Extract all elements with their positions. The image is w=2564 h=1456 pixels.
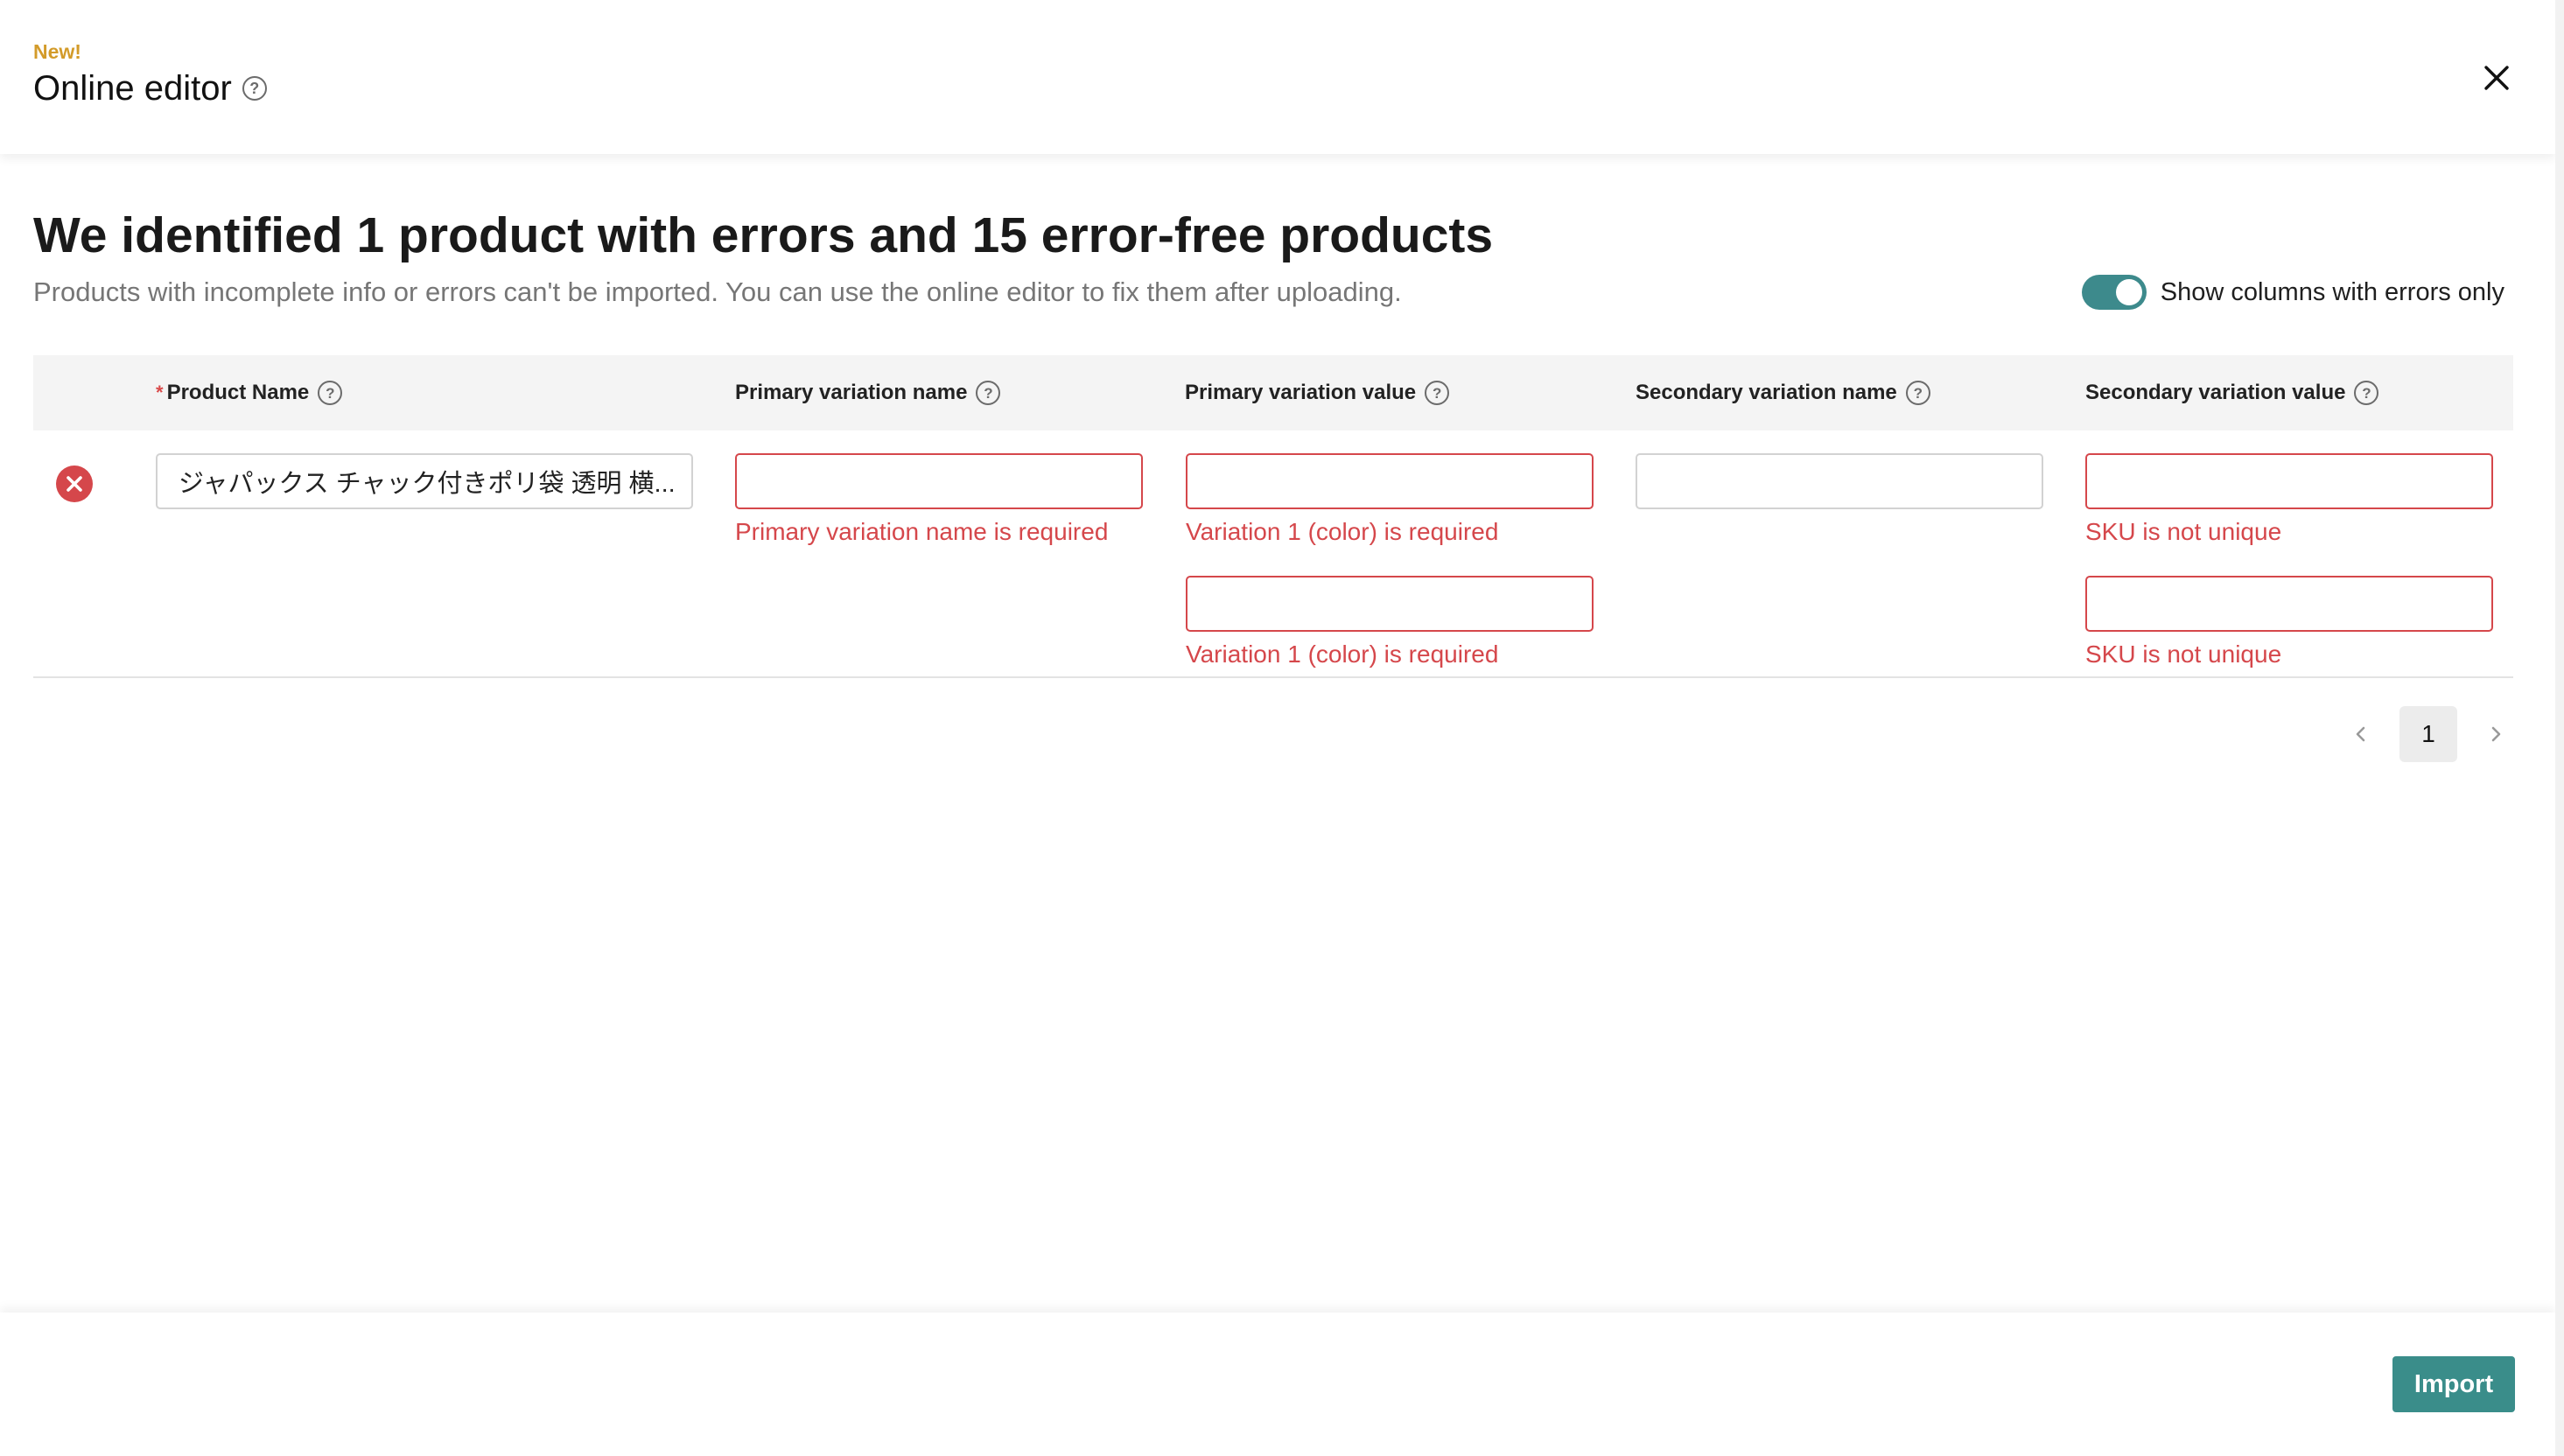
error-x-glyph <box>67 476 82 492</box>
column-header-label: Primary variation name <box>735 381 968 404</box>
errors-only-toggle[interactable] <box>2081 275 2147 310</box>
primary-variation-value-error: Variation 1 (color) is required <box>1186 518 1499 545</box>
close-x-icon <box>2484 66 2509 90</box>
question-circle-icon[interactable]: ? <box>2354 381 2379 405</box>
prev-page-button[interactable] <box>2343 717 2378 752</box>
question-circle-icon[interactable]: ? <box>976 381 1001 405</box>
primary-variation-value-input[interactable] <box>1186 576 1594 632</box>
import-button[interactable]: Import <box>2392 1356 2515 1412</box>
title-row: Online editor ? <box>33 66 267 110</box>
table-header: * Product Name ? Primary variation name ?… <box>33 355 2513 430</box>
next-page-button[interactable] <box>2478 717 2513 752</box>
required-asterisk: * <box>156 382 164 403</box>
pagination: 1 <box>2343 705 2513 763</box>
primary-variation-name-error: Primary variation name is required <box>735 518 1109 545</box>
online-editor-modal: New! Online editor ? We identified 1 pro… <box>0 0 2555 1456</box>
question-circle-icon[interactable]: ? <box>318 381 343 405</box>
errors-only-toggle-group: Show columns with errors only <box>2081 275 2504 310</box>
primary-variation-value-error: Variation 1 (color) is required <box>1186 640 1499 668</box>
column-header-product-name: * Product Name ? <box>156 355 343 430</box>
product-name-input[interactable]: ジャパックス チャック付きポリ袋 透明 横... <box>156 453 693 509</box>
modal-footer <box>0 1312 2555 1456</box>
column-header-primary-variation-name: Primary variation name ? <box>735 355 1001 430</box>
column-header-label: Product Name <box>166 381 310 404</box>
column-header-label: Primary variation value <box>1185 381 1417 404</box>
secondary-variation-name-input[interactable] <box>1636 453 2043 509</box>
column-header-primary-variation-value: Primary variation value ? <box>1185 355 1450 430</box>
secondary-variation-value-input[interactable] <box>2085 453 2493 509</box>
chevron-right-icon <box>2491 726 2501 742</box>
question-circle-icon[interactable]: ? <box>1425 381 1450 405</box>
summary-heading: We identified 1 product with errors and … <box>33 207 1494 263</box>
close-button[interactable] <box>2478 60 2515 96</box>
error-x-circle-icon <box>56 466 93 502</box>
scrollbar-gutter[interactable] <box>2555 0 2564 1456</box>
modal-header: New! Online editor ? <box>0 0 2555 154</box>
column-header-secondary-variation-name: Secondary variation name ? <box>1636 355 1930 430</box>
secondary-variation-value-input[interactable] <box>2085 576 2493 632</box>
primary-variation-name-input[interactable] <box>735 453 1143 509</box>
question-circle-icon[interactable]: ? <box>242 76 267 101</box>
new-badge: New! <box>33 40 81 63</box>
page-number-button[interactable]: 1 <box>2399 706 2457 762</box>
summary-subheading: Products with incomplete info or errors … <box>33 276 1402 307</box>
column-header-secondary-variation-value: Secondary variation value ? <box>2085 355 2379 430</box>
row-divider <box>33 676 2513 678</box>
errors-only-toggle-label: Show columns with errors only <box>2160 277 2504 306</box>
modal-title: Online editor <box>33 68 232 108</box>
toggle-knob <box>2115 279 2142 305</box>
column-header-label: Secondary variation value <box>2085 381 2346 404</box>
column-header-label: Secondary variation name <box>1636 381 1897 404</box>
primary-variation-value-input[interactable] <box>1186 453 1594 509</box>
secondary-variation-value-error: SKU is not unique <box>2085 518 2282 545</box>
secondary-variation-value-error: SKU is not unique <box>2085 640 2282 668</box>
chevron-left-icon <box>2356 726 2365 742</box>
question-circle-icon[interactable]: ? <box>1905 381 1930 405</box>
